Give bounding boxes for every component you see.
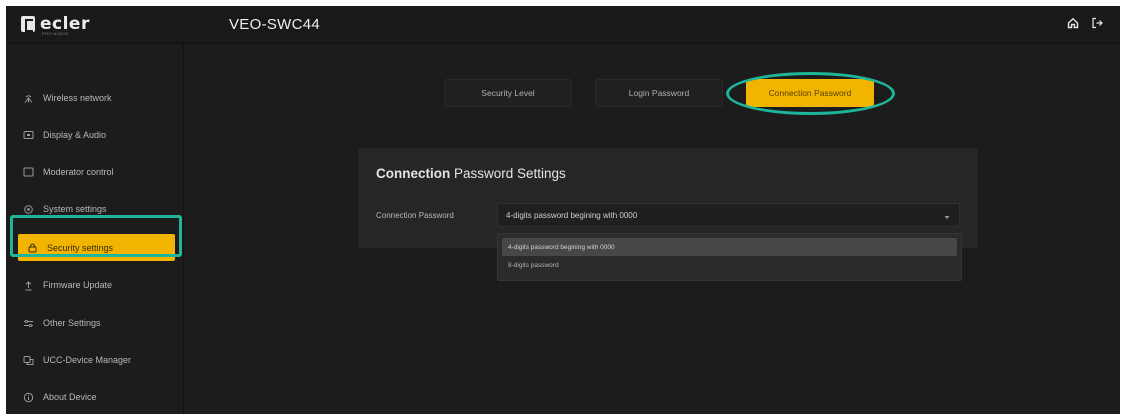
tab-login-password[interactable]: Login Password [595,79,723,107]
sidebar-item-label: UCC-Device Manager [43,355,132,365]
app-window: ecler PRO AUDIO VEO-SWC44 Wireless netwo… [6,6,1120,414]
sliders-icon [22,317,34,329]
sidebar-item-label: About Device [43,392,97,402]
sidebar-item-label: Moderator control [43,167,114,177]
sidebar-item-label: System settings [43,204,107,214]
monitor-icon [22,166,34,178]
sidebar-item-label: Display & Audio [43,130,107,140]
sidebar-item-label: Wireless network [43,93,112,103]
sidebar-item-firmware-update[interactable]: Firmware Update [22,274,112,296]
wifi-icon [22,92,34,104]
info-icon [22,391,34,403]
display-icon [22,129,34,141]
connection-password-dropdown: 4-digits password begining with 0000 8-d… [497,233,962,281]
dropdown-option[interactable]: 4-digits password begining with 0000 [502,238,957,256]
sidebar-item-moderator-control[interactable]: Moderator control [22,161,114,183]
brand-logo: ecler PRO AUDIO [21,14,90,36]
panel-title-bold: Connection [376,166,451,181]
sidebar-item-display-audio[interactable]: Display & Audio [22,124,106,146]
connection-password-label: Connection Password [376,211,454,220]
logout-icon[interactable] [1091,17,1104,29]
sidebar-item-label: Firmware Update [43,280,113,290]
sidebar-item-about-device[interactable]: About Device [22,386,97,408]
connection-password-select[interactable]: 4-digits password begining with 0000 [497,203,960,227]
select-value: 4-digits password begining with 0000 [506,210,638,220]
tab-highlight-annotation [726,72,895,115]
gear-icon [22,203,34,215]
main-content: Security Level Login Password Connection… [185,44,1120,414]
logo-mark-icon [21,16,35,32]
top-bar: ecler PRO AUDIO VEO-SWC44 [6,6,1120,44]
device-icon [22,354,34,366]
app-title: VEO-SWC44 [229,16,321,33]
tab-security-level[interactable]: Security Level [444,79,572,107]
upload-icon [22,279,34,291]
sidebar-item-ucc-device-manager[interactable]: UCC-Device Manager [22,349,131,371]
panel-title: Connection Password Settings [376,166,566,181]
sidebar-item-label: Other Settings [43,318,101,328]
top-icons [1067,17,1104,29]
sidebar-item-other-settings[interactable]: Other Settings [22,312,101,334]
sidebar-item-wireless-network[interactable]: Wireless network [22,87,112,109]
chevron-down-icon [944,213,950,222]
dropdown-option[interactable]: 8-digits password [502,256,957,274]
sidebar-highlight-annotation [10,215,182,257]
home-icon[interactable] [1067,17,1079,29]
panel-title-rest: Password Settings [450,166,566,181]
logo-subtext: PRO AUDIO [42,31,69,36]
